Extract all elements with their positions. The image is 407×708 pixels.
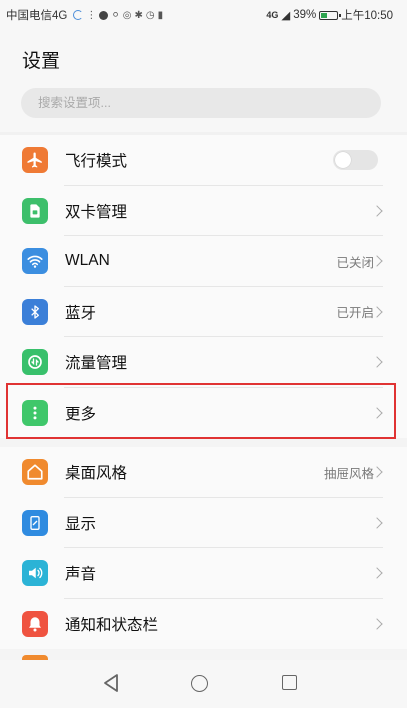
setting-bluetooth[interactable]: 蓝牙 已开启	[0, 287, 407, 337]
wlan-status: 已关闭	[336, 255, 374, 270]
setting-theme[interactable]: 桌面风格 抽屉风格	[0, 447, 407, 498]
setting-label: 通知和状态栏	[65, 616, 159, 634]
notification-dots-icon: ⋮	[86, 9, 97, 21]
setting-label: WLAN	[65, 252, 110, 270]
setting-more[interactable]: 更多	[0, 388, 407, 439]
recent-apps-icon[interactable]	[282, 675, 297, 690]
app-notification-icon	[99, 10, 109, 20]
signal-icon: ◢	[281, 10, 291, 22]
battery-fill	[321, 12, 328, 18]
setting-notification[interactable]: 通知和状态栏	[0, 599, 407, 650]
notification-icon	[22, 610, 48, 637]
search-area: 搜索设置项...	[0, 82, 407, 132]
airplane-icon	[22, 147, 48, 174]
home-icon[interactable]	[191, 675, 208, 692]
chevron-right-icon	[371, 356, 383, 368]
bluetooth-status: 已开启	[336, 306, 374, 321]
setting-airplane-mode[interactable]: 飞行模式	[0, 135, 407, 186]
settings-group-device: 桌面风格 抽屉风格 显示 声音 通知和状态栏	[0, 447, 407, 649]
setting-sound[interactable]: 声音	[0, 548, 407, 599]
settings-group-connectivity: 飞行模式 双卡管理 WLAN 已关闭 蓝牙 已开启 流量管理 更多	[0, 135, 407, 438]
setting-label: 显示	[65, 515, 97, 533]
setting-label: 蓝牙	[65, 304, 97, 322]
display-icon	[22, 509, 48, 536]
theme-icon	[22, 459, 48, 486]
vibrate-icon: ▮	[157, 9, 164, 21]
setting-label: 双卡管理	[65, 203, 128, 221]
location-icon: ◎	[122, 9, 132, 21]
chevron-right-icon	[371, 205, 383, 217]
sync-icon	[73, 10, 84, 20]
status-bar: 中国电信4G ⋮ ⚪ ◎ ✱ ◷ ▮ 4G ◢ 39% 上午10:50	[0, 0, 407, 30]
chevron-right-icon	[371, 407, 383, 419]
dual-sim-icon	[22, 197, 48, 224]
navigation-bar	[0, 660, 407, 708]
bluetooth-icon	[22, 298, 48, 325]
setting-label: 飞行模式	[65, 153, 128, 171]
setting-label: 声音	[65, 566, 97, 584]
battery-icon	[319, 10, 341, 20]
setting-data-usage[interactable]: 流量管理	[0, 337, 407, 388]
wifi-icon	[22, 248, 48, 275]
chevron-right-icon	[371, 618, 383, 630]
page-title: 设置	[22, 51, 61, 72]
carrier-label: 中国电信4G	[6, 10, 68, 22]
setting-label: 更多	[65, 405, 97, 423]
theme-status: 抽屉风格	[323, 466, 374, 481]
status-icons: ⋮ ⚪ ◎ ✱ ◷ ▮	[73, 10, 266, 21]
chevron-right-icon	[371, 517, 383, 529]
more-icon	[22, 399, 48, 426]
setting-wlan[interactable]: WLAN 已关闭	[0, 236, 407, 287]
wechat-icon: ⚪	[111, 9, 120, 21]
setting-display[interactable]: 显示	[0, 498, 407, 548]
sound-icon	[22, 560, 48, 587]
back-icon[interactable]	[102, 673, 120, 698]
battery-percent: 39%	[293, 9, 317, 21]
chevron-right-icon	[371, 567, 383, 579]
search-input[interactable]: 搜索设置项...	[21, 88, 381, 118]
header: 设置	[0, 30, 407, 82]
setting-dual-sim[interactable]: 双卡管理	[0, 186, 407, 236]
bluetooth-status-icon: ✱	[134, 9, 143, 21]
toggle-knob	[335, 152, 351, 169]
signal-type-label: 4G	[266, 10, 279, 20]
time-label: 上午10:50	[341, 10, 393, 22]
setting-label: 流量管理	[65, 355, 128, 373]
status-right: 4G ◢ 39% 上午10:50	[266, 7, 393, 23]
setting-label: 桌面风格	[65, 465, 128, 483]
data-usage-icon	[22, 349, 48, 376]
airplane-mode-toggle[interactable]	[333, 150, 378, 171]
alarm-icon: ◷	[145, 9, 155, 21]
